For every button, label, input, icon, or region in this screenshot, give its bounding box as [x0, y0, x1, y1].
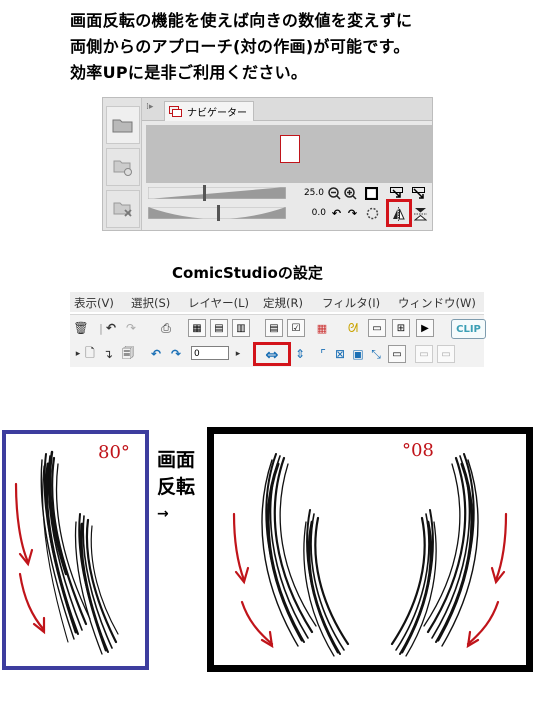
flip-vertical-icon[interactable]	[414, 207, 427, 220]
disabled-tool-icon[interactable]: ▭	[415, 345, 433, 363]
zoom-value: 25.0	[303, 188, 324, 198]
clip-logo[interactable]: CLIP	[451, 319, 486, 339]
menu-select[interactable]: 選択(S)	[131, 295, 170, 311]
transform-icon[interactable]: ⤡	[368, 345, 384, 363]
window-icon[interactable]: ▭	[368, 319, 386, 337]
properties-icon[interactable]: ☑	[287, 319, 305, 337]
trash-icon[interactable]: 🗑	[73, 319, 89, 337]
menu-bar: 表示(V) 選択(S) レイヤー(L) 定規(R) フィルタ(I) ウィンドウ(…	[70, 292, 484, 312]
flip-vertical-button[interactable]: ⇕	[292, 345, 308, 363]
menu-view[interactable]: 表示(V)	[74, 295, 114, 311]
tab-navigator-label: ナビゲーター	[187, 108, 247, 119]
material-icon[interactable]: ⊞	[392, 319, 410, 337]
intro-line-3: 効率UPに是非ご利用ください。	[70, 63, 308, 82]
tab-navigator[interactable]: ナビゲーター	[164, 101, 254, 121]
grid-view-icon[interactable]: ▣	[350, 345, 366, 363]
folder-icon[interactable]	[106, 106, 140, 144]
page-list-icon[interactable]: ▤	[210, 319, 228, 337]
fit-to-window-icon[interactable]	[365, 187, 378, 200]
lasso-icon[interactable]: ᘛ	[345, 319, 361, 337]
undo-icon[interactable]: ↶	[103, 319, 119, 337]
panel-tabstrip: ⁞▸ ナビゲーター	[142, 98, 432, 121]
zoom-slider[interactable]	[148, 185, 286, 201]
rotate-right-view-icon[interactable]: ↷	[168, 345, 184, 363]
menu-filter[interactable]: フィルタ(I)	[322, 295, 380, 311]
flip-label-line-1: 画面	[157, 449, 196, 471]
grip-icon: ⁞▸	[146, 102, 154, 112]
disabled-panel-icon[interactable]: ▭	[437, 345, 455, 363]
menu-layer[interactable]: レイヤー(L)	[188, 295, 249, 311]
reset-rotation-icon[interactable]	[366, 207, 379, 220]
page-thumbnail	[280, 135, 300, 163]
flip-horizontal-highlight	[386, 199, 412, 227]
rotate-right-icon[interactable]: ↷	[346, 207, 359, 220]
zoom-out-icon[interactable]	[328, 187, 341, 200]
page-grid-icon[interactable]: ▦	[188, 319, 206, 337]
hair-strokes-drawing	[14, 450, 119, 655]
ruler-corner-icon[interactable]: ⌜	[315, 345, 331, 363]
save-page-icon[interactable]: 🗐	[120, 345, 136, 363]
crop-marks-icon[interactable]: ⊠	[332, 345, 348, 363]
zoom-in-icon[interactable]	[344, 187, 357, 200]
navigator-panel: ⁞▸ ナビゲーター 25.0 0.0 ↶ ↷	[102, 97, 433, 231]
page-spread-icon[interactable]: ▥	[232, 319, 250, 337]
panel-sidebar	[103, 98, 142, 230]
layer-folder-icon[interactable]	[106, 148, 140, 186]
print-icon[interactable]: ⎙	[158, 319, 174, 337]
redo-icon[interactable]: ↷	[123, 319, 139, 337]
page-turn-icon[interactable]: ↴	[100, 345, 116, 363]
rotation-dropdown-icon[interactable]: ▸	[230, 345, 246, 363]
rotate-left-icon[interactable]: ↶	[330, 207, 343, 220]
flip-label-line-2: 反転	[157, 476, 196, 498]
rotate-value: 0.0	[311, 208, 326, 218]
rotate-left-view-icon[interactable]: ↶	[148, 345, 164, 363]
preview-icon[interactable]: ▭	[388, 345, 406, 363]
rotation-input[interactable]: 0	[191, 346, 229, 360]
menu-ruler[interactable]: 定規(R)	[263, 295, 303, 311]
paired-hair-strokes-drawing	[232, 453, 508, 657]
fit-width-icon[interactable]	[412, 187, 425, 200]
zoom-slider-knob[interactable]	[203, 185, 206, 201]
navigator-icon	[169, 106, 182, 117]
flip-arrow: →	[157, 506, 169, 522]
intro-line-2: 両側からのアプローチ(対の作画)が可能です。	[70, 37, 410, 56]
color-grid-icon[interactable]: ▦	[314, 319, 330, 337]
intro-line-1: 画面反転の機能を使えば向きの数値を変えずに	[70, 11, 413, 30]
rotate-slider-knob[interactable]	[217, 205, 220, 221]
flip-label: 画面 反転 →	[157, 447, 195, 528]
navigator-preview[interactable]	[146, 125, 432, 183]
flipped-sketch-frame: 80°	[207, 427, 533, 672]
menu-window[interactable]: ウィンドウ(W)	[398, 295, 476, 311]
flip-button-highlight	[253, 342, 291, 366]
layer-delete-icon[interactable]	[106, 190, 140, 228]
intro-text: 画面反転の機能を使えば向きの数値を変えずに 両側からのアプローチ(対の作画)が可…	[70, 8, 412, 86]
toolbar-main: 🗑 | ↶ ↷ ⎙ ▦ ▤ ▥ ▤ ☑ ▦ ᘛ ▭ ⊞ ▶ CLIP	[70, 314, 486, 342]
rotate-slider[interactable]	[148, 205, 286, 221]
comicstudio-title: ComicStudioの設定	[172, 264, 323, 282]
original-sketch-frame: 80°	[2, 430, 149, 670]
new-page-icon[interactable]: 🗋	[82, 345, 98, 363]
layer-palette-icon[interactable]: ▤	[265, 319, 283, 337]
play-icon[interactable]: ▶	[416, 319, 434, 337]
toolbar-view: ▸ 🗋 ↴ 🗐 ↶ ↷ 0 ▸ ⇔ ⇕ ⌜ ⊠ ▣ ⤡ ▭ ▭ ▭	[70, 341, 484, 367]
